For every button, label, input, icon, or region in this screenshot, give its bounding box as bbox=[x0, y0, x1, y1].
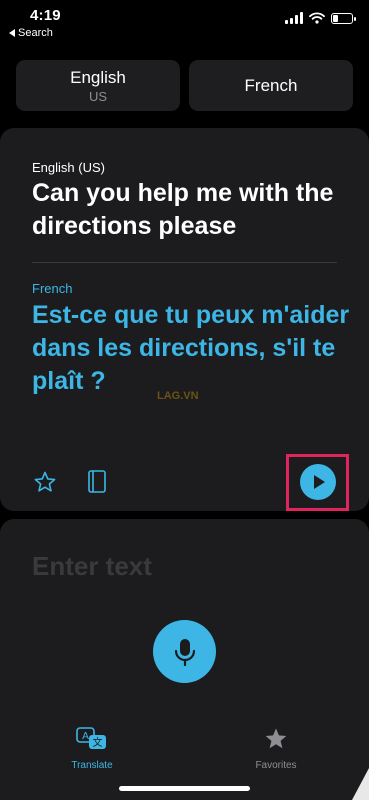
target-language-name: French bbox=[244, 75, 298, 95]
source-language-button[interactable]: English US bbox=[16, 60, 180, 111]
source-text: Can you help me with the directions plea… bbox=[32, 179, 334, 240]
tab-translate-label: Translate bbox=[71, 760, 113, 771]
back-arrow-icon bbox=[9, 29, 15, 37]
source-language-name: English bbox=[70, 67, 126, 87]
home-indicator bbox=[119, 786, 250, 791]
translated-text: Est-ce que tu peux m'aider dans les dire… bbox=[32, 301, 350, 395]
status-icons bbox=[285, 12, 356, 24]
play-button[interactable] bbox=[300, 464, 336, 500]
tab-favorites[interactable]: Favorites bbox=[226, 727, 326, 771]
play-icon bbox=[314, 475, 325, 489]
source-language-region: US bbox=[88, 88, 108, 104]
star-outline-icon[interactable] bbox=[33, 470, 57, 494]
dictionary-book-icon[interactable] bbox=[86, 469, 108, 495]
text-input-placeholder[interactable]: Enter text bbox=[32, 551, 152, 582]
status-bar: 4:19 Search bbox=[0, 0, 369, 44]
target-text-label: French bbox=[32, 281, 73, 296]
translate-icon: A 文 bbox=[76, 727, 106, 749]
back-label: Search bbox=[18, 27, 53, 39]
tab-favorites-label: Favorites bbox=[255, 760, 297, 771]
corner-decoration bbox=[352, 768, 369, 800]
target-language-button[interactable]: French bbox=[189, 60, 353, 111]
star-filled-icon bbox=[265, 728, 287, 749]
svg-text:文: 文 bbox=[93, 736, 103, 749]
svg-text:A: A bbox=[82, 731, 89, 742]
microphone-icon bbox=[174, 638, 195, 666]
wifi-icon bbox=[309, 12, 325, 24]
tab-translate[interactable]: A 文 Translate bbox=[42, 727, 142, 771]
translation-card: English (US) Can you help me with the di… bbox=[0, 128, 369, 511]
cellular-signal-icon bbox=[285, 12, 303, 24]
back-to-search-button[interactable]: Search bbox=[9, 27, 53, 39]
status-time: 4:19 bbox=[30, 7, 61, 24]
microphone-button[interactable] bbox=[153, 620, 216, 683]
source-text-label: English (US) bbox=[32, 160, 105, 175]
battery-icon bbox=[331, 12, 356, 24]
watermark-logo: LAG.VN bbox=[157, 390, 199, 402]
divider bbox=[32, 262, 337, 263]
